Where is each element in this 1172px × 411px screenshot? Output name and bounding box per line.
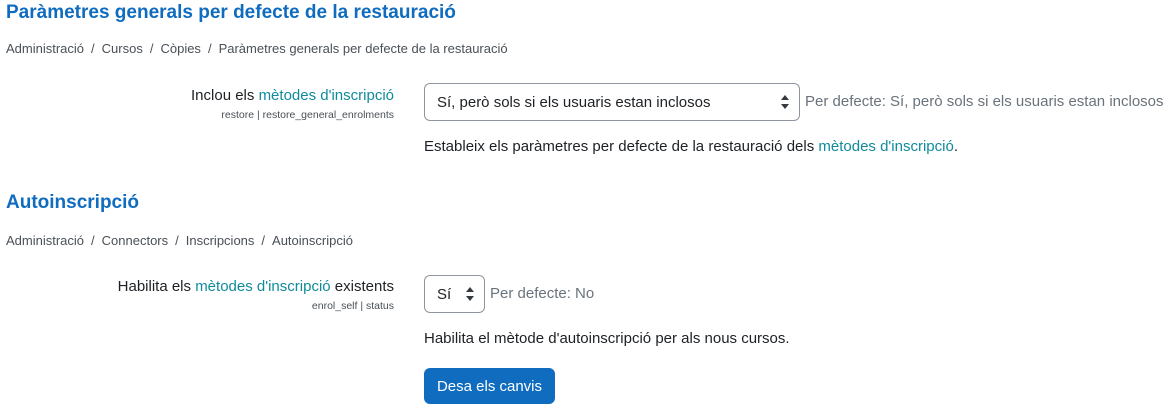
breadcrumb-item[interactable]: Cursos — [102, 41, 143, 56]
breadcrumb-item[interactable]: Administració — [6, 233, 84, 248]
default-value-text: Per defecte: No — [490, 285, 595, 302]
breadcrumb-separator: / — [175, 233, 179, 248]
setting-key-status: enrol_self | status — [311, 300, 394, 312]
breadcrumb-separator: / — [91, 41, 95, 56]
restore-enrolments-select[interactable]: Sí, però sols si els usuaris estan inclo… — [424, 83, 800, 121]
breadcrumb-separator: / — [149, 41, 154, 56]
select-value: Sí — [437, 285, 452, 303]
breadcrumb-item[interactable]: Inscripcions — [186, 233, 255, 248]
setting-label-enrolments: Inclou els mètodes d'inscripció — [191, 87, 394, 104]
setting-description: Habilita el mètode d'autoinscripció per … — [424, 330, 790, 347]
breadcrumb-item[interactable]: Còpies — [160, 41, 200, 56]
section-heading-restore: Paràmetres generals per defecte de la re… — [6, 2, 456, 23]
section-heading-selfenrol: Autoinscripció — [6, 192, 140, 213]
select-value: Sí, però sols si els usuaris estan inclo… — [437, 93, 711, 111]
setting-description: Estableix els paràmetres per defecte de … — [424, 138, 958, 155]
breadcrumb: Administració / Connectors / Inscripcions / Au… — [6, 233, 353, 248]
breadcrumb-item[interactable]: Autoinscripció — [272, 233, 353, 248]
default-value-text: Per defecte: Sí, però sols si els usuari… — [805, 93, 1164, 110]
save-changes-button[interactable]: Desa els canvis — [424, 368, 555, 404]
enrolment-methods-link[interactable]: mètodes d'inscripció — [259, 87, 394, 104]
select-caret-icon — [466, 287, 474, 301]
setting-label-status: Habilita els mètodes d'inscripció existe… — [117, 278, 394, 295]
breadcrumb-separator: / — [91, 233, 95, 248]
self-enrol-status-select[interactable]: Sí — [424, 275, 485, 313]
breadcrumb: Administració / Cursos / Còpies / Paràmetres g… — [6, 41, 508, 56]
breadcrumb-item[interactable]: Connectors — [102, 233, 168, 248]
setting-key-enrolments: restore | restore_general_enrolments — [221, 109, 394, 121]
enrolment-methods-link[interactable]: mètodes d'inscripció — [195, 278, 330, 295]
enrolment-methods-link[interactable]: mètodes d'inscripció — [818, 138, 953, 155]
breadcrumb-separator: / — [207, 41, 212, 56]
breadcrumb-item[interactable]: Paràmetres generals per defecte de la re… — [219, 41, 508, 56]
breadcrumb-separator: / — [261, 233, 266, 248]
breadcrumb-item[interactable]: Administració — [6, 41, 84, 56]
select-caret-icon — [781, 95, 789, 109]
